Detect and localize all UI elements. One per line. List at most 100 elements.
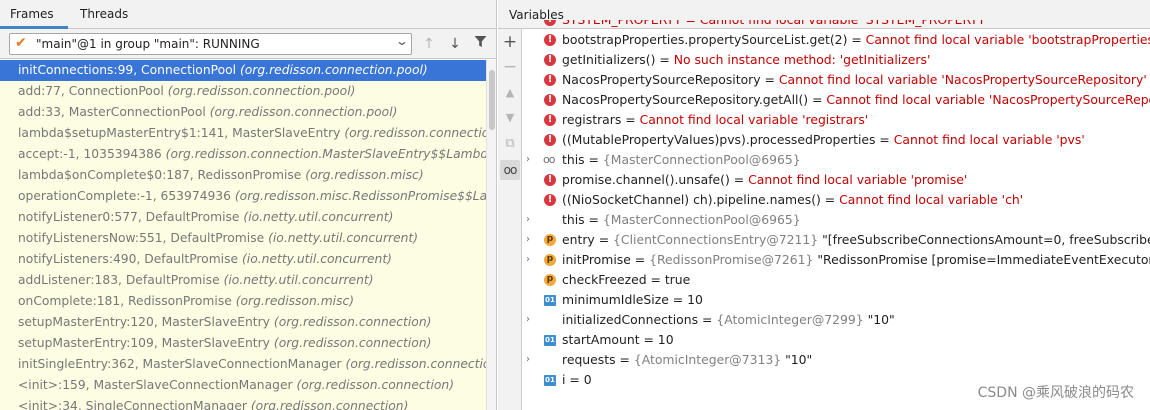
frame-row[interactable]: notifyListener0:577, DefaultPromise (io.…: [0, 207, 486, 228]
frame-row[interactable]: accept:-1, 1035394386 (org.redisson.conn…: [0, 144, 486, 165]
frame-package: (org.redisson.connection.pool): [209, 105, 398, 119]
variable-value: "10": [781, 352, 813, 367]
variable-error-message: Cannot find local variable 'bootstrapPro…: [865, 32, 1150, 47]
frame-method: accept:-1, 1035394386: [18, 147, 162, 161]
frames-scrollbar-thumb[interactable]: [489, 70, 495, 130]
thread-selector-dropdown[interactable]: ✔ "main"@1 in group "main": RUNNING ⌄: [9, 33, 412, 55]
variable-text: bootstrapProperties.propertySourceList.g…: [562, 30, 1150, 50]
variable-row[interactable]: checkFreezed = true: [523, 269, 1150, 290]
move-watch-up-triangle-icon[interactable]: ▲: [500, 83, 520, 103]
frame-row[interactable]: setupMasterEntry:109, MasterSlaveEntry (…: [0, 333, 486, 354]
frame-row[interactable]: lambda$onComplete$0:187, RedissonPromise…: [0, 165, 486, 186]
primitive-icon: [544, 370, 556, 390]
variable-row[interactable]: NacosPropertySourceRepository = Cannot f…: [523, 70, 1150, 90]
frame-row[interactable]: setupMasterEntry:120, MasterSlaveEntry (…: [0, 312, 486, 333]
frame-row[interactable]: operationComplete:-1, 653974936 (org.red…: [0, 186, 486, 207]
variable-text: initPromise = {RedissonPromise@7261} "Re…: [562, 250, 1150, 270]
frame-method: initSingleEntry:362, MasterSlaveConnecti…: [18, 357, 342, 371]
variable-name: ((NioSocketChannel) ch).pipeline.names()…: [562, 192, 840, 207]
variable-row[interactable]: registrars = Cannot find local variable …: [523, 110, 1150, 130]
error-icon: [544, 30, 556, 50]
show-watches-glasses-icon[interactable]: oo: [500, 160, 520, 180]
add-watch-plus-icon[interactable]: +: [500, 32, 520, 52]
duplicate-watch-copy-icon[interactable]: ⧉: [500, 134, 520, 154]
variable-name: this =: [562, 212, 603, 227]
variable-text: NacosPropertySourceRepository.getAll() =…: [562, 90, 1150, 110]
watermark: CSDN @乘风破浪的码农: [977, 385, 1134, 401]
variable-row[interactable]: › this = {MasterConnectionPool@6965}: [523, 210, 1150, 230]
remove-watch-minus-icon[interactable]: −: [500, 57, 520, 77]
frames-scrollbar[interactable]: [486, 60, 496, 410]
variable-error-message: Cannot find local variable 'NacosPropert…: [778, 72, 1147, 87]
frame-row[interactable]: <init>:159, MasterSlaveConnectionManager…: [0, 375, 486, 396]
variable-row[interactable]: ((NioSocketChannel) ch).pipeline.names()…: [523, 190, 1150, 210]
expand-chevron-icon[interactable]: ›: [526, 230, 536, 250]
variable-name: requests =: [562, 352, 634, 367]
frame-package: (org.redisson.connection): [273, 336, 432, 350]
frames-panel: Frames Threads ✔ "main"@1 in group "main…: [0, 0, 497, 410]
frame-row[interactable]: addListener:183, DefaultPromise (io.nett…: [0, 270, 486, 291]
variable-name: ((MutablePropertyValues)pvs).processedPr…: [562, 132, 894, 147]
expand-chevron-icon[interactable]: ›: [526, 250, 536, 270]
tab-threads[interactable]: Threads: [70, 0, 138, 29]
frame-package: (org.redisson.connection): [344, 126, 486, 140]
frames-list: initConnections:99, ConnectionPool (org.…: [0, 60, 486, 410]
frame-method: add:33, MasterConnectionPool: [18, 105, 206, 119]
frame-row[interactable]: add:77, ConnectionPool (org.redisson.con…: [0, 81, 486, 102]
frame-method: lambda$setupMasterEntry$1:141, MasterSla…: [18, 126, 341, 140]
move-watch-down-triangle-icon[interactable]: ▼: [500, 108, 520, 128]
expand-chevron-icon[interactable]: ›: [526, 350, 536, 370]
field-icon: [544, 229, 556, 249]
error-icon: [544, 190, 556, 210]
frame-row[interactable]: initConnections:99, ConnectionPool (org.…: [0, 60, 486, 81]
variable-name: startAmount = 10: [562, 332, 674, 347]
frame-row[interactable]: notifyListenersNow:551, DefaultPromise (…: [0, 228, 486, 249]
variable-row[interactable]: startAmount = 10: [523, 330, 1150, 350]
thread-toolbar: ✔ "main"@1 in group "main": RUNNING ⌄ ↑ …: [0, 29, 496, 59]
frame-method: onComplete:181, RedissonPromise: [18, 294, 232, 308]
variable-name: NacosPropertySourceRepository =: [562, 72, 779, 87]
frame-package: (io.netty.util.concurrent): [242, 252, 392, 266]
frame-method: addListener:183, DefaultPromise: [18, 273, 220, 287]
expand-chevron-icon[interactable]: ›: [526, 150, 536, 170]
frame-method: <init>:159, MasterSlaveConnectionManager: [18, 378, 293, 392]
variable-row[interactable]: › initPromise = {RedissonPromise@7261} "R…: [523, 249, 1150, 270]
variable-row[interactable]: › requests = {AtomicInteger@7313} "10": [523, 350, 1150, 370]
variable-row[interactable]: getInitializers() = No such instance met…: [523, 50, 1150, 70]
expand-chevron-icon[interactable]: ›: [526, 310, 536, 330]
filter-frames-funnel-icon[interactable]: [471, 34, 489, 54]
previous-frame-arrow-up-icon[interactable]: ↑: [420, 34, 438, 54]
variable-row[interactable]: SYSTEM_PROPERTY = Cannot find local vari…: [523, 20, 1150, 30]
variable-row[interactable]: ((MutablePropertyValues)pvs).processedPr…: [523, 130, 1150, 150]
frame-row[interactable]: <init>:34, SingleConnectionManager (org.…: [0, 396, 486, 410]
variable-error-message: Cannot find local variable 'pvs': [893, 132, 1085, 147]
frame-package: (io.netty.util.concurrent): [223, 273, 374, 287]
frame-method: add:77, ConnectionPool: [18, 84, 164, 98]
tab-frames[interactable]: Frames: [0, 0, 68, 29]
variable-row[interactable]: bootstrapProperties.propertySourceList.g…: [523, 30, 1150, 50]
frame-method: notifyListeners:490, DefaultPromise: [18, 252, 239, 266]
variable-row[interactable]: minimumIdleSize = 10: [523, 290, 1150, 310]
frame-row[interactable]: notifyListeners:490, DefaultPromise (io.…: [0, 249, 486, 270]
variable-name: initPromise =: [562, 252, 650, 267]
variable-row[interactable]: › entry = {ClientConnectionsEntry@7211} "…: [523, 229, 1150, 250]
next-frame-arrow-down-icon[interactable]: ↓: [446, 34, 464, 54]
variables-panel: Variables + − ▲ ▼ ⧉ oo SYSTEM_PROPERTY =…: [498, 0, 1150, 410]
variable-row[interactable]: NacosPropertySourceRepository.getAll() =…: [523, 90, 1150, 110]
chevron-down-icon[interactable]: ⌄: [395, 34, 409, 48]
variable-text: ((MutablePropertyValues)pvs).processedPr…: [562, 130, 1085, 150]
frame-row[interactable]: onComplete:181, RedissonPromise (org.red…: [0, 291, 486, 312]
variable-row[interactable]: › oo this = {MasterConnectionPool@6965}: [523, 150, 1150, 170]
expand-chevron-icon[interactable]: ›: [526, 210, 536, 230]
frame-row[interactable]: initSingleEntry:362, MasterSlaveConnecti…: [0, 354, 486, 375]
frame-row[interactable]: add:33, MasterConnectionPool (org.rediss…: [0, 102, 486, 123]
variable-row[interactable]: › initializedConnections = {AtomicInteger…: [523, 310, 1150, 330]
frames-tab-bar: Frames Threads: [0, 0, 496, 29]
variable-row[interactable]: promise.channel().unsafe() = Cannot find…: [523, 170, 1150, 190]
variable-text: registrars = Cannot find local variable …: [562, 110, 868, 130]
frame-method: operationComplete:-1, 653974936: [18, 189, 231, 203]
frame-row[interactable]: lambda$setupMasterEntry$1:141, MasterSla…: [0, 123, 486, 144]
variable-name: bootstrapProperties.propertySourceList.g…: [562, 32, 866, 47]
primitive-icon: [544, 330, 556, 350]
variables-tree: SYSTEM_PROPERTY = Cannot find local vari…: [523, 20, 1150, 410]
